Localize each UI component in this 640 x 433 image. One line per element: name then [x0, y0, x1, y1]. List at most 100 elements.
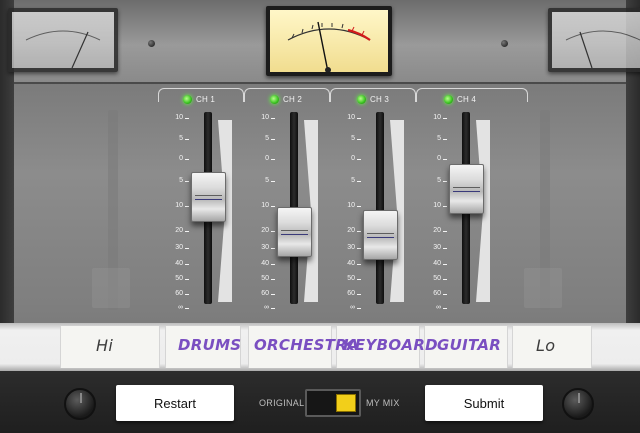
- scale-tick-mark: [357, 279, 361, 280]
- scale-tick-label: 10: [261, 114, 269, 121]
- scale-tick-mark: [357, 294, 361, 295]
- original-label: ORIGINAL: [259, 398, 305, 408]
- scale-tick: 10: [167, 112, 189, 124]
- scale-tick-mark: [357, 264, 361, 265]
- fader-scale: 10 5 0 5 10 20 30 40 50 60 ∞: [339, 114, 361, 311]
- scale-tick-mark: [357, 308, 361, 309]
- scale-tick-label: 30: [433, 244, 441, 251]
- scale-tick-label: ∞: [178, 304, 183, 311]
- scale-tick: 20: [425, 225, 447, 237]
- fader-guitar[interactable]: [449, 164, 484, 214]
- scale-tick: 10: [425, 200, 447, 212]
- scale-tick-mark: [443, 231, 447, 232]
- scale-tick: 30: [253, 242, 275, 254]
- scale-tick: 20: [253, 225, 275, 237]
- scale-tick-mark: [271, 206, 275, 207]
- scale-tick-mark: [271, 294, 275, 295]
- scale-tick: 5: [167, 133, 189, 145]
- fader-scale: 10 5 0 5 10 20 30 40 50 60 ∞: [167, 114, 189, 311]
- scale-tick-mark: [185, 206, 189, 207]
- lo-label: Lo: [536, 336, 556, 355]
- scale-tick-mark: [357, 118, 361, 119]
- screw-icon: [148, 40, 155, 47]
- scale-tick: 60: [339, 288, 361, 300]
- scale-tick: ∞: [167, 302, 189, 314]
- fader-scale: 10 5 0 5 10 20 30 40 50 60 ∞: [425, 114, 447, 311]
- scale-tick: ∞: [253, 302, 275, 314]
- led-icon: [270, 95, 279, 104]
- scale-tick: 50: [167, 273, 189, 285]
- scale-tick-label: 60: [261, 290, 269, 297]
- scale-tick-label: 10: [175, 114, 183, 121]
- channel-label: CH 4: [457, 95, 477, 104]
- scale-tick-label: 40: [433, 260, 441, 267]
- scale-tick-mark: [185, 118, 189, 119]
- scale-tick-mark: [271, 308, 275, 309]
- scale-tick: 0: [167, 153, 189, 165]
- submit-button[interactable]: Submit: [425, 385, 543, 421]
- scale-tick-label: 20: [261, 227, 269, 234]
- scale-tick: 5: [253, 133, 275, 145]
- scale-tick: 10: [167, 200, 189, 212]
- scale-tick: 60: [253, 288, 275, 300]
- scale-tick-label: ∞: [436, 304, 441, 311]
- left-vu-meter-icon: [8, 8, 118, 72]
- scale-tick: 40: [339, 258, 361, 270]
- scale-tick-label: 5: [179, 177, 183, 184]
- scale-tick: 10: [253, 200, 275, 212]
- scale-tick: 20: [339, 225, 361, 237]
- scale-tick: 5: [167, 175, 189, 187]
- scale-tick: 60: [167, 288, 189, 300]
- scale-tick-mark: [185, 279, 189, 280]
- mix-toggle-switch[interactable]: [305, 389, 361, 417]
- scale-tick-mark: [271, 118, 275, 119]
- scale-tick: 40: [253, 258, 275, 270]
- scale-tick-label: 60: [433, 290, 441, 297]
- scale-tick: 5: [425, 175, 447, 187]
- scale-tick-label: 50: [261, 275, 269, 282]
- scale-tick-mark: [357, 139, 361, 140]
- scale-tick-mark: [185, 248, 189, 249]
- scale-tick-label: 40: [175, 260, 183, 267]
- scale-tick-label: 0: [265, 155, 269, 162]
- channel-name-guitar: GUITAR: [437, 336, 502, 354]
- fader-orchestra[interactable]: [277, 207, 312, 257]
- scale-tick-label: 0: [179, 155, 183, 162]
- scale-tick-mark: [443, 264, 447, 265]
- scale-tick-mark: [185, 139, 189, 140]
- scale-tick: 20: [167, 225, 189, 237]
- scale-tick-mark: [271, 159, 275, 160]
- scale-tick-mark: [443, 279, 447, 280]
- scale-tick-label: 5: [265, 135, 269, 142]
- fader-keyboard[interactable]: [363, 210, 398, 260]
- scale-tick-label: 20: [433, 227, 441, 234]
- scale-tick: ∞: [425, 302, 447, 314]
- scale-tick-label: 50: [175, 275, 183, 282]
- scale-tick-label: 0: [351, 155, 355, 162]
- scale-tick-label: 10: [261, 202, 269, 209]
- scale-tick: 30: [339, 242, 361, 254]
- restart-button[interactable]: Restart: [116, 385, 234, 421]
- scale-tick-mark: [443, 294, 447, 295]
- channel-label: CH 2: [283, 95, 303, 104]
- scale-tick-label: ∞: [264, 304, 269, 311]
- channel-3-header: CH 3: [357, 95, 389, 104]
- scale-tick-mark: [185, 308, 189, 309]
- scale-tick-mark: [443, 139, 447, 140]
- scale-tick-label: 5: [437, 177, 441, 184]
- scale-tick-mark: [443, 118, 447, 119]
- scale-tick-label: 5: [351, 135, 355, 142]
- scale-tick: 10: [253, 112, 275, 124]
- knob-icon: [64, 388, 96, 420]
- scale-tick: 30: [425, 242, 447, 254]
- scale-tick-mark: [271, 248, 275, 249]
- scale-tick-mark: [271, 139, 275, 140]
- scale-tick-label: 10: [433, 114, 441, 121]
- scale-tick: ∞: [339, 302, 361, 314]
- ghost-fader: [524, 268, 562, 308]
- fader-drums[interactable]: [191, 172, 226, 222]
- scale-tick: 0: [425, 153, 447, 165]
- scale-tick: 0: [253, 153, 275, 165]
- right-vu-meter-icon: [548, 8, 640, 72]
- scale-tick: 40: [167, 258, 189, 270]
